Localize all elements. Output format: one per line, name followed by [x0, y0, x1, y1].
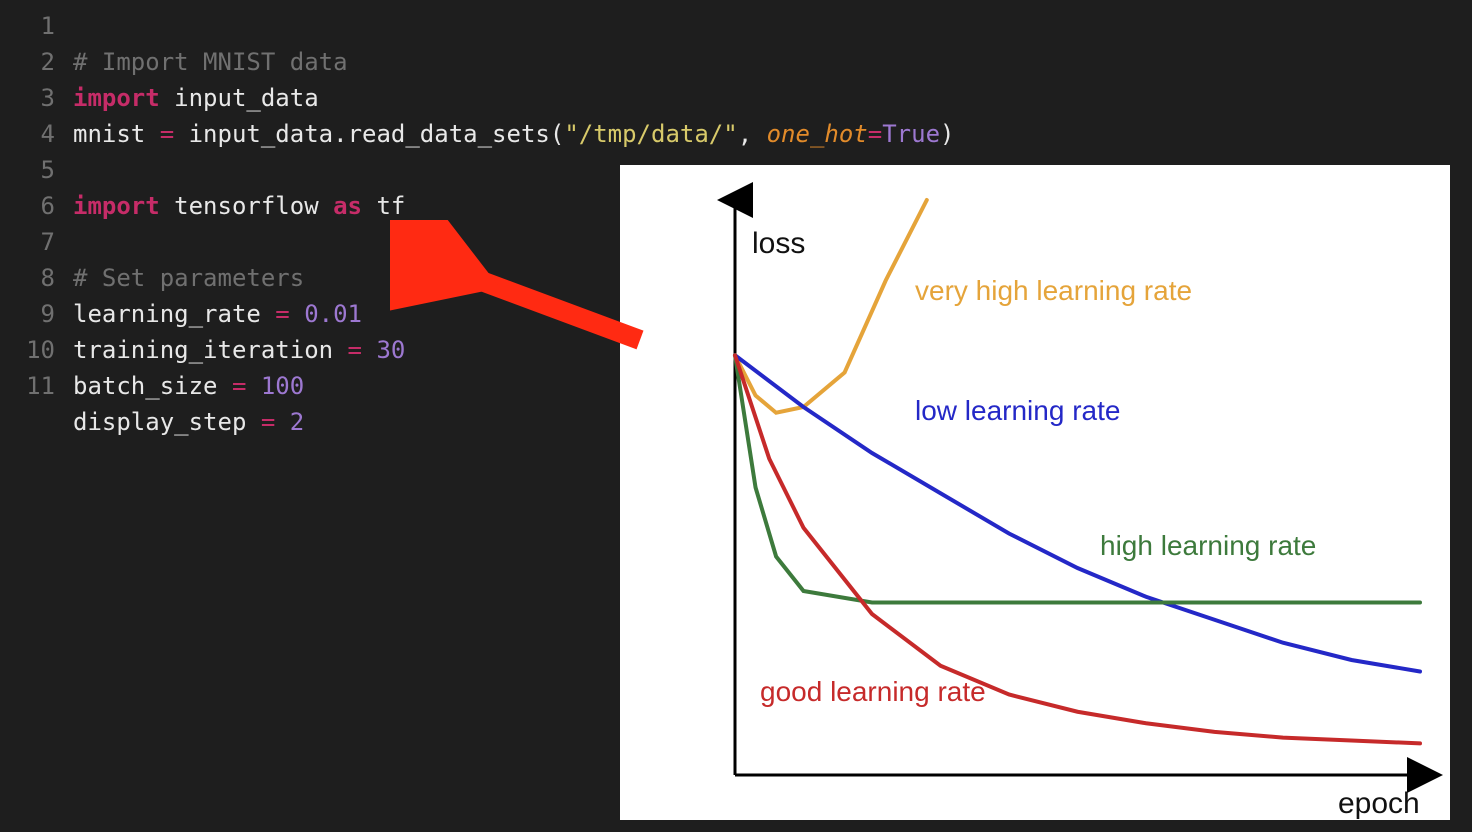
literal-true: True — [882, 120, 940, 148]
operator: = — [333, 336, 376, 364]
operator: = — [246, 408, 289, 436]
dot: . — [333, 120, 347, 148]
comment: # Import MNIST data — [73, 48, 348, 76]
code-line: import input_data — [73, 84, 319, 112]
chart-svg: loss epoch very high learning rate low l… — [620, 165, 1450, 820]
number-literal: 2 — [290, 408, 304, 436]
line-number: 10 — [0, 332, 55, 368]
identifier: learning_rate — [73, 300, 261, 328]
line-number: 1 — [0, 8, 55, 44]
code-line: batch_size = 100 — [73, 372, 304, 400]
code-line: training_iteration = 30 — [73, 336, 405, 364]
curve-high-lr — [735, 355, 1420, 602]
line-number: 7 — [0, 224, 55, 260]
equals: = — [868, 120, 882, 148]
keyword-import: import — [73, 192, 160, 220]
string-literal: "/tmp/data/" — [564, 120, 737, 148]
line-number: 3 — [0, 80, 55, 116]
line-number: 5 — [0, 152, 55, 188]
number-literal: 30 — [376, 336, 405, 364]
identifier: input_data — [174, 84, 319, 112]
comment: # Set parameters — [73, 264, 304, 292]
label-high-lr: high learning rate — [1100, 530, 1316, 561]
y-axis-label: loss — [752, 227, 805, 260]
code-line: # Set parameters — [73, 264, 304, 292]
line-number: 11 — [0, 368, 55, 404]
identifier: batch_size — [73, 372, 218, 400]
identifier: input_data — [189, 120, 334, 148]
number-literal: 0.01 — [304, 300, 362, 328]
code-line: import tensorflow as tf — [73, 192, 405, 220]
identifier: tf — [376, 192, 405, 220]
identifier: tensorflow — [174, 192, 319, 220]
line-number: 8 — [0, 260, 55, 296]
kwarg-name: one_hot — [767, 120, 868, 148]
identifier: training_iteration — [73, 336, 333, 364]
operator: = — [261, 300, 304, 328]
label-good-lr: good learning rate — [760, 676, 986, 707]
line-number: 4 — [0, 116, 55, 152]
keyword-import: import — [73, 84, 160, 112]
comma: , — [738, 120, 767, 148]
code-line: learning_rate = 0.01 — [73, 300, 362, 328]
number-literal: 100 — [261, 372, 304, 400]
line-gutter: 1 2 3 4 5 6 7 8 9 10 11 — [0, 8, 73, 476]
code-line: mnist = input_data.read_data_sets("/tmp/… — [73, 120, 954, 148]
code-line: display_step = 2 — [73, 408, 304, 436]
line-number: 9 — [0, 296, 55, 332]
operator: = — [145, 120, 188, 148]
operator: = — [218, 372, 261, 400]
paren-close: ) — [940, 120, 954, 148]
function-call: read_data_sets — [348, 120, 550, 148]
identifier: mnist — [73, 120, 145, 148]
x-axis-label: epoch — [1338, 787, 1420, 820]
label-low-lr: low learning rate — [915, 395, 1120, 426]
learning-rate-chart: loss epoch very high learning rate low l… — [620, 165, 1450, 820]
identifier: display_step — [73, 408, 246, 436]
label-very-high-lr: very high learning rate — [915, 275, 1192, 306]
keyword-as: as — [333, 192, 362, 220]
line-number: 2 — [0, 44, 55, 80]
line-number: 6 — [0, 188, 55, 224]
paren-open: ( — [550, 120, 564, 148]
code-line: # Import MNIST data — [73, 48, 348, 76]
